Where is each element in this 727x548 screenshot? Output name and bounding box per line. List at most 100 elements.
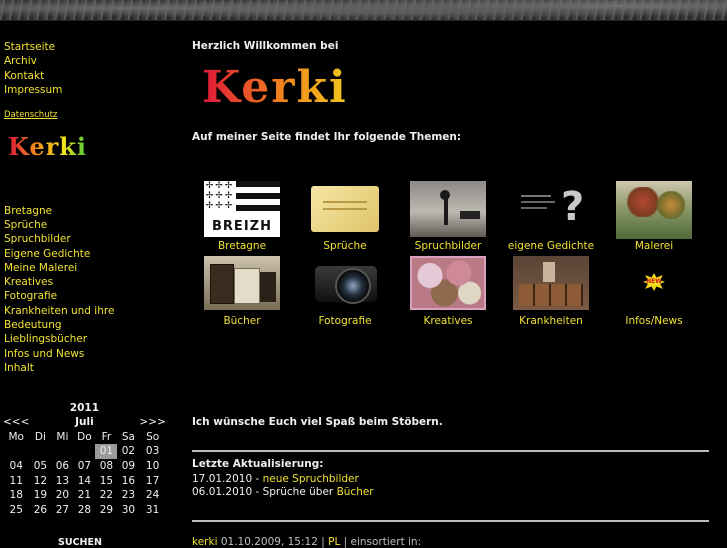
sidebar-item-fotografie[interactable]: Fotografie <box>4 289 174 303</box>
nav-impressum-link[interactable]: Impressum <box>4 83 174 97</box>
main-content: Herzlich Willkommen bei Kerki Auf meiner… <box>192 40 712 143</box>
calendar-week: 04 05 06 07 08 09 10 <box>3 459 166 474</box>
sidebar-item-lieblingsbuecher[interactable]: Lieblingsbücher <box>4 332 174 346</box>
camera-icon <box>307 256 383 310</box>
update-heading: Letzte Aktualisierung: <box>192 458 324 470</box>
update-link-buecher[interactable]: Bücher <box>337 486 374 498</box>
site-logo: Kerki <box>202 64 712 112</box>
calendar-day: 03 <box>145 445 160 458</box>
sidebar: Startseite Archiv Kontakt Impressum Date… <box>4 40 174 375</box>
calendar-day: 13 <box>55 474 70 487</box>
topic-label[interactable]: Kreatives <box>398 315 498 327</box>
calendar-year: 2011 <box>69 402 100 414</box>
calendar-day: 07 <box>77 460 92 473</box>
sidebar-item-inhalt[interactable]: Inhalt <box>4 361 174 375</box>
update-link-spruchbilder[interactable]: neue Spruchbilder <box>263 473 359 485</box>
topic-eigene-gedichte[interactable]: ? eigene Gedichte <box>501 181 601 252</box>
nav-archiv-link[interactable]: Archiv <box>4 54 174 68</box>
calendar-day: 06 <box>55 460 70 473</box>
header-texture-band <box>0 0 727 21</box>
sidebar-item-sprueche[interactable]: Sprüche <box>4 218 174 232</box>
calendar-day: 05 <box>33 460 48 473</box>
calendar-week: 01 02 03 <box>3 444 166 459</box>
topic-label[interactable]: Malerei <box>604 240 704 252</box>
question-mark-icon: ? <box>513 181 589 237</box>
calendar-day: 09 <box>121 460 136 473</box>
datenschutz-link[interactable]: Datenschutz <box>4 110 174 120</box>
divider <box>192 450 709 452</box>
section-nav: Bretagne Sprüche Spruchbilder Eigene Ged… <box>4 204 174 376</box>
calendar-days: 01 02 03 04 05 06 07 08 09 10 11 12 13 14 15 16 17 18 19 20… <box>3 444 166 517</box>
sidebar-item-kreatives[interactable]: Kreatives <box>4 275 174 289</box>
topic-fotografie[interactable]: Fotografie <box>295 256 395 327</box>
update-item: 17.01.2010 - neue Spruchbilder <box>192 473 374 485</box>
sidebar-item-krankheiten[interactable]: Krankheiten und ihre Bedeutung <box>4 304 174 333</box>
calendar-empty <box>3 444 29 459</box>
calendar-day: 12 <box>33 474 48 487</box>
topic-buecher[interactable]: Bücher <box>192 256 292 327</box>
new-badge-text: NEW <box>643 273 665 291</box>
update-date: 06.01.2010 - <box>192 486 263 498</box>
calendar-prev-link[interactable]: <<< <box>3 415 29 430</box>
calendar-day: 31 <box>145 503 160 516</box>
author-link[interactable]: kerki <box>192 536 217 548</box>
topic-malerei[interactable]: Malerei <box>604 181 704 252</box>
yarn-icon <box>410 256 486 310</box>
permalink[interactable]: PL <box>328 536 340 548</box>
sidebar-item-meine-malerei[interactable]: Meine Malerei <box>4 261 174 275</box>
post-datetime: 01.10.2009, 15:12 <box>220 536 318 548</box>
topic-label[interactable]: Bretagne <box>192 240 292 252</box>
sidebar-item-eigene-gedichte[interactable]: Eigene Gedichte <box>4 247 174 261</box>
silhouette-picture-icon <box>410 181 486 237</box>
calendar-empty <box>51 444 73 459</box>
update-text: Sprüche über <box>262 486 337 498</box>
calendar-empty <box>29 444 51 459</box>
sidebar-logo: Kerki <box>8 132 174 161</box>
category-text: | einsortiert in: <box>340 536 422 548</box>
breizh-flag-icon: ✢✢✢ ✢✢✢ ✢✢✢ BREIZH <box>204 181 280 237</box>
topic-label[interactable]: Fotografie <box>295 315 395 327</box>
topic-infos-news[interactable]: NEW Infos/News <box>604 256 704 327</box>
painting-icon <box>616 181 692 239</box>
calendar-day: 18 <box>9 489 23 502</box>
divider <box>192 520 709 522</box>
books-icon <box>204 256 280 310</box>
topic-label[interactable]: Infos/News <box>604 315 704 327</box>
topic-label[interactable]: Spruchbilder <box>398 240 498 252</box>
nav-startseite-link[interactable]: Startseite <box>4 40 174 54</box>
parchment-scroll-icon <box>307 181 383 237</box>
topic-label[interactable]: eigene Gedichte <box>501 240 601 252</box>
weekday: Fr <box>101 430 112 443</box>
calendar-next-link[interactable]: >>> <box>139 415 165 430</box>
enjoy-text: Ich wünsche Euch viel Spaß beim Stöbern. <box>192 416 443 428</box>
topic-kreatives[interactable]: Kreatives <box>398 256 498 327</box>
calendar-month: Juli <box>75 416 94 429</box>
weekday: Di <box>34 430 46 443</box>
weekday: Do <box>77 430 92 443</box>
calendar-empty <box>73 444 95 459</box>
topic-krankheiten[interactable]: Krankheiten <box>501 256 601 327</box>
topic-label[interactable]: Bücher <box>192 315 292 327</box>
sidebar-item-spruchbilder[interactable]: Spruchbilder <box>4 232 174 246</box>
calendar-day: 04 <box>9 460 23 473</box>
calendar-week: 25 26 27 28 29 30 31 <box>3 503 166 518</box>
sidebar-item-infos-news[interactable]: Infos und News <box>4 347 174 361</box>
nav-kontakt-link[interactable]: Kontakt <box>4 69 174 83</box>
calendar-day: 17 <box>145 474 160 487</box>
calendar-day: 16 <box>121 474 136 487</box>
calendar-day: 08 <box>99 460 114 473</box>
topic-bretagne[interactable]: ✢✢✢ ✢✢✢ ✢✢✢ BREIZH Bretagne <box>192 181 292 252</box>
topic-label[interactable]: Krankheiten <box>501 315 601 327</box>
calendar-day: 14 <box>77 474 92 487</box>
topic-label[interactable]: Sprüche <box>295 240 395 252</box>
update-date: 17.01.2010 - <box>192 473 263 485</box>
weekday: Sa <box>121 430 135 443</box>
calendar-day: 25 <box>9 503 23 516</box>
topic-spruchbilder[interactable]: Spruchbilder <box>398 181 498 252</box>
topic-sprueche[interactable]: Sprüche <box>295 181 395 252</box>
sidebar-item-bretagne[interactable]: Bretagne <box>4 204 174 218</box>
calendar-day: 01 <box>95 444 118 459</box>
update-section: Letzte Aktualisierung: 17.01.2010 - neue… <box>192 458 374 498</box>
calendar-week: 11 12 13 14 15 16 17 <box>3 473 166 488</box>
topics-heading: Auf meiner Seite findet Ihr folgende The… <box>192 131 462 143</box>
